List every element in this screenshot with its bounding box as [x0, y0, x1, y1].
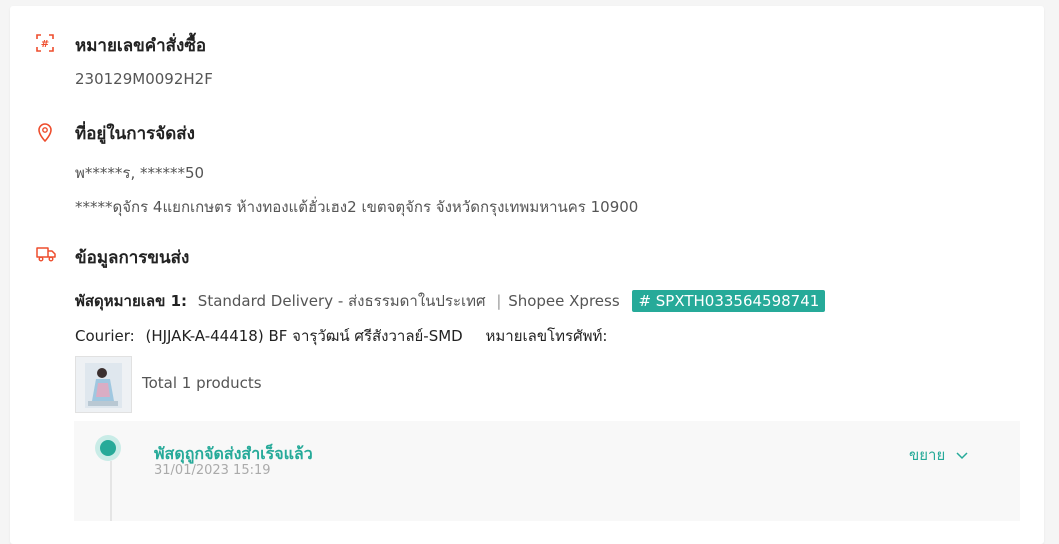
timeline-line	[110, 461, 112, 521]
carrier-name: Shopee Xpress	[508, 292, 620, 310]
phone-label: หมายเลขโทรศัพท์:	[485, 327, 608, 345]
separator: |	[496, 292, 502, 310]
tracking-timeline: พัสดุถูกจัดส่งสำเร็จแล้ว 31/01/2023 15:1…	[74, 421, 1020, 521]
tracking-time: 31/01/2023 15:19	[154, 463, 271, 478]
address-title: ที่อยู่ในการจัดส่ง	[75, 124, 195, 144]
tracking-number-tag[interactable]: # SPXTH033564598741	[632, 290, 826, 312]
parcel-row: พัสดุหมายเลข 1: Standard Delivery - ส่งธ…	[75, 289, 826, 313]
chevron-down-icon	[950, 446, 968, 464]
timeline-dot	[100, 440, 116, 456]
location-pin-icon	[36, 122, 54, 143]
product-thumbnail[interactable]	[75, 356, 132, 413]
expand-button[interactable]: ขยาย	[909, 443, 968, 467]
svg-text:#: #	[41, 39, 49, 50]
order-detail-card: # หมายเลขคำสั่งซื้อ 230129M0092H2F ที่อย…	[10, 6, 1044, 544]
products-total: Total 1 products	[142, 374, 262, 392]
courier-row: Courier: (HJJAK-A-44418) BF จารุวัฒน์ ศร…	[75, 324, 607, 348]
order-number-title: หมายเลขคำสั่งซื้อ	[75, 36, 207, 56]
courier-label: Courier:	[75, 327, 135, 345]
expand-label: ขยาย	[909, 446, 946, 464]
shipping-info-title: ข้อมูลการขนส่ง	[75, 248, 190, 268]
delivery-type: Standard Delivery - ส่งธรรมดาในประเทศ	[197, 292, 486, 310]
parcel-label: พัสดุหมายเลข 1:	[75, 292, 188, 310]
order-number-value: 230129M0092H2F	[75, 70, 213, 88]
address-line: *****ดุจักร 4แยกเกษตร ห้างทองแต้ฮั่วเฮง2…	[75, 198, 639, 216]
truck-icon	[36, 246, 56, 264]
courier-value: (HJJAK-A-44418) BF จารุวัฒน์ ศรีสังวาลย์…	[145, 327, 463, 345]
hash-icon: #	[36, 34, 54, 52]
address-name-phone: พ*****ร, ******50	[75, 164, 205, 182]
